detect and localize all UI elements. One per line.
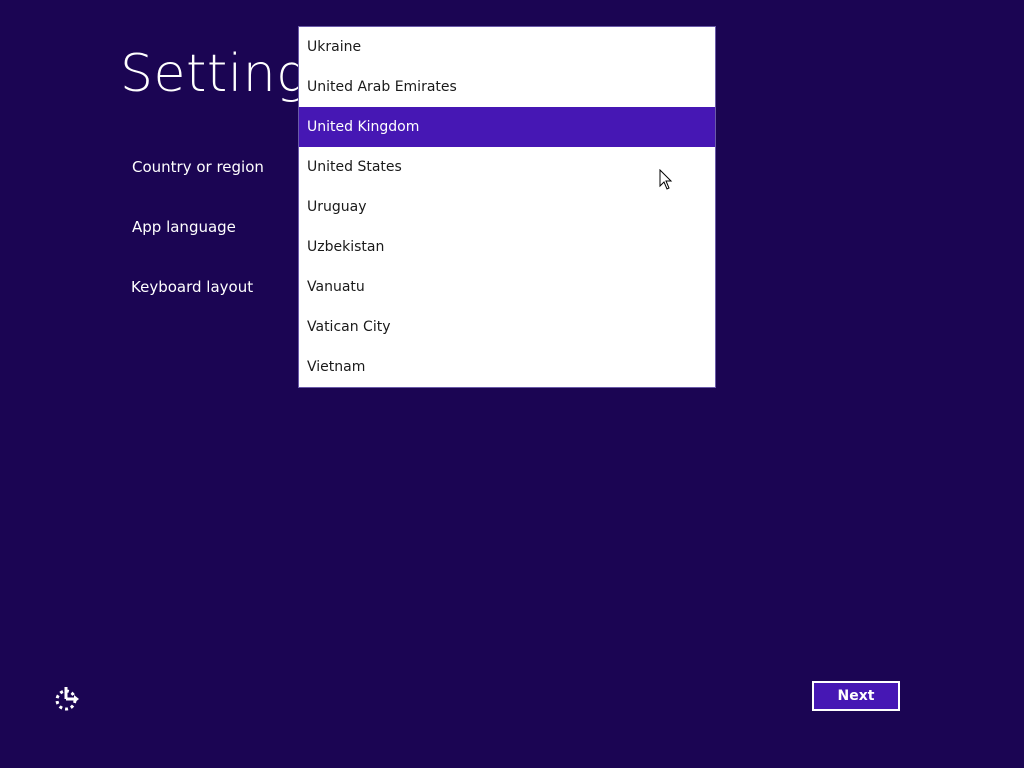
list-item[interactable]: Vatican City [299,307,715,347]
setup-screen: Settings Country or region App language … [0,0,1024,768]
list-item[interactable]: Vanuatu [299,267,715,307]
list-item[interactable]: United Arab Emirates [299,67,715,107]
list-item[interactable]: Ukraine [299,27,715,67]
app-language-label: App language [132,218,236,236]
list-item[interactable]: United States [299,147,715,187]
keyboard-layout-label: Keyboard layout [131,278,254,296]
list-item-selected[interactable]: United Kingdom [299,107,715,147]
list-item[interactable]: Uzbekistan [299,227,715,267]
list-item[interactable]: Uruguay [299,187,715,227]
country-label: Country or region [132,158,264,176]
list-item[interactable]: Vietnam [299,347,715,387]
country-dropdown-list[interactable]: Ukraine United Arab Emirates United King… [298,26,716,388]
mouse-cursor-icon [659,169,673,190]
next-button[interactable]: Next [812,681,900,711]
ease-of-access-icon[interactable] [52,684,80,712]
